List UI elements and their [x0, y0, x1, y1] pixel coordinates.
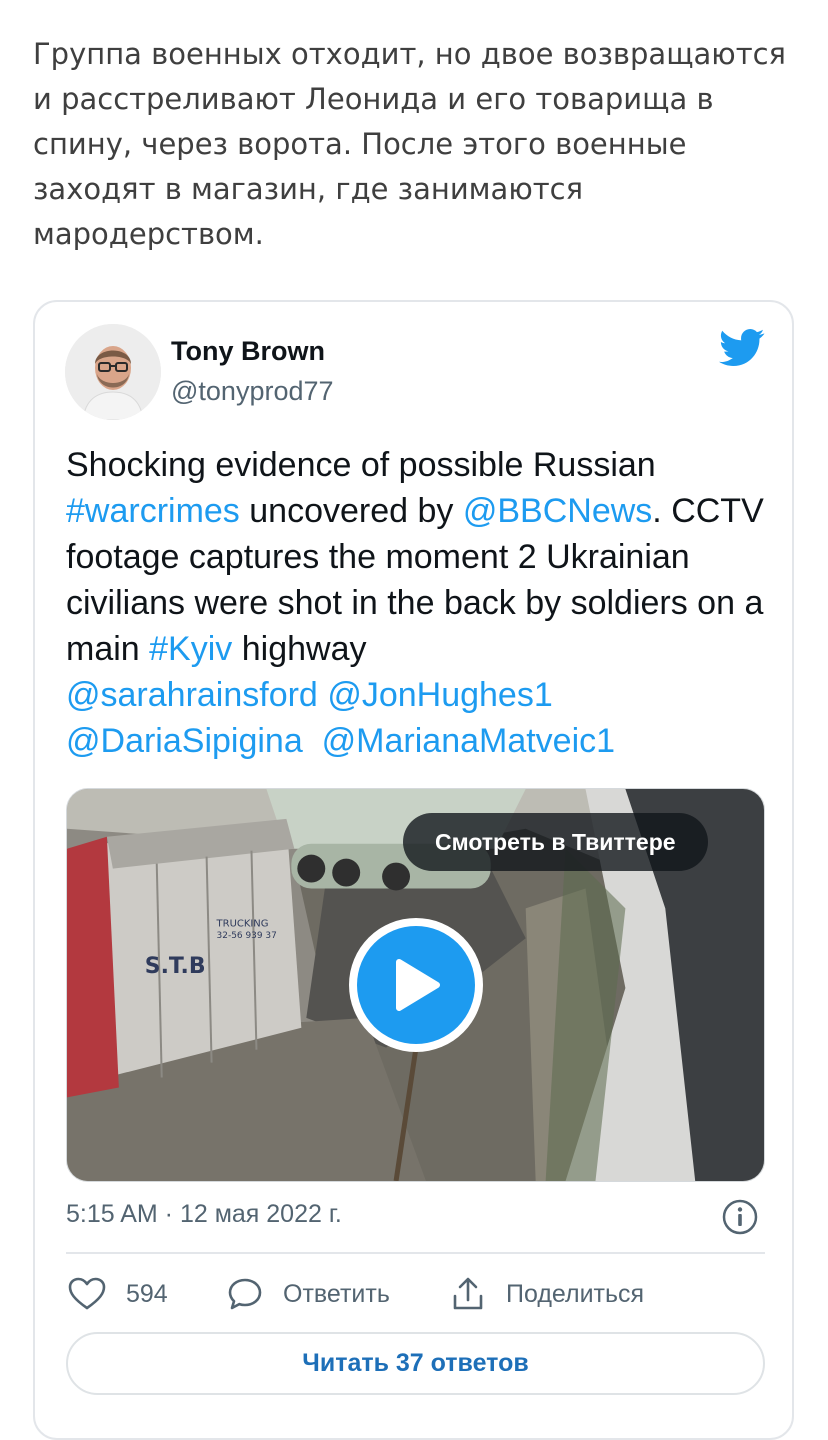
mention-link[interactable]: @DariaSipigina: [66, 722, 303, 760]
share-label: Поделиться: [506, 1279, 645, 1308]
heart-icon: [68, 1277, 106, 1310]
divider: [66, 1252, 765, 1254]
mention-link[interactable]: @sarahrainsford: [66, 676, 318, 714]
truck-small-text: TRUCKING: [216, 918, 269, 929]
mention-link[interactable]: @MarianaMatveic1: [322, 722, 615, 760]
play-icon: [396, 959, 440, 1011]
hashtag-link[interactable]: #warcrimes: [66, 492, 240, 530]
share-button[interactable]: Поделиться: [450, 1274, 644, 1314]
watch-on-twitter-button[interactable]: Смотреть в Твиттере: [403, 813, 708, 871]
info-icon[interactable]: [721, 1198, 759, 1236]
article-paragraph: Группа военных отходит, но двое возвраща…: [33, 37, 786, 251]
share-icon: [453, 1277, 483, 1310]
video-thumbnail[interactable]: S.T.B TRUCKING 32-56 939 37 Смотреть в Т…: [66, 788, 765, 1182]
play-button[interactable]: [349, 918, 483, 1052]
reply-bubble-icon: [228, 1278, 262, 1310]
reply-label: Ответить: [283, 1279, 390, 1308]
author-avatar[interactable]: [65, 324, 161, 420]
tweet-text-part: highway: [232, 630, 367, 668]
tweet-text: Shocking evidence of possible Russian #w…: [66, 442, 766, 764]
like-button[interactable]: 594: [68, 1274, 168, 1314]
hashtag-link[interactable]: #Kyiv: [149, 630, 232, 668]
embedded-tweet[interactable]: Tony Brown @tonyprod77 Shocking evidence…: [33, 300, 794, 1440]
reply-button[interactable]: Ответить: [227, 1274, 390, 1314]
like-count: 594: [126, 1279, 168, 1308]
mention-link[interactable]: @BBCNews: [463, 492, 652, 530]
twitter-bird-icon[interactable]: [719, 328, 765, 368]
read-replies-button[interactable]: Читать 37 ответов: [66, 1332, 765, 1395]
tweet-text-part: Shocking evidence of possible Russian: [66, 446, 656, 484]
truck-phone-text: 32-56 939 37: [217, 931, 277, 941]
author-handle[interactable]: @tonyprod77: [171, 376, 334, 407]
truck-logo-text: S.T.B: [145, 954, 206, 979]
mention-link[interactable]: @JonHughes1: [327, 676, 552, 714]
author-name[interactable]: Tony Brown: [171, 336, 325, 367]
tweet-text-part: uncovered by: [239, 492, 463, 530]
tweet-timestamp[interactable]: 5:15 AM · 12 мая 2022 г.: [66, 1200, 342, 1229]
